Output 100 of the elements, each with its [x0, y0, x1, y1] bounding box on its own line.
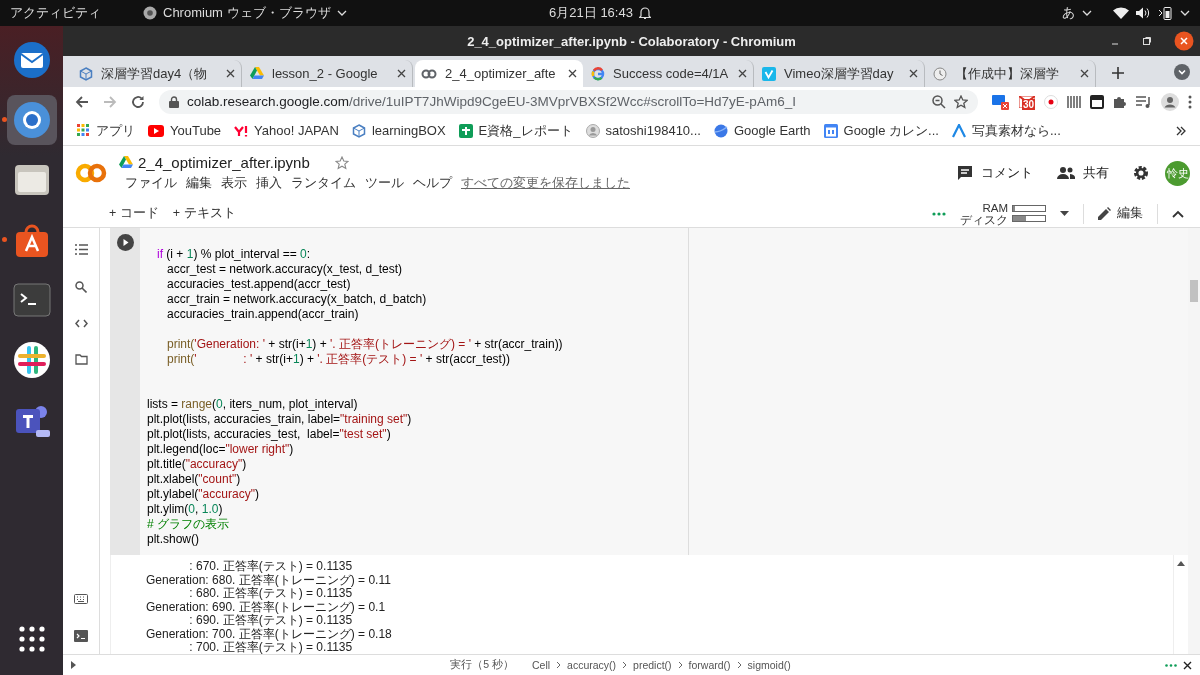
- playlist-icon[interactable]: [1136, 94, 1152, 109]
- zoom-out-icon[interactable]: [932, 94, 946, 109]
- bookmark[interactable]: YouTube: [148, 123, 222, 138]
- screen-icon[interactable]: [992, 93, 1010, 110]
- search-icon[interactable]: [75, 281, 87, 293]
- tile-icon[interactable]: [1090, 94, 1104, 109]
- terminal-icon[interactable]: [74, 630, 88, 642]
- star-icon[interactable]: [954, 94, 968, 109]
- menu-item[interactable]: 挿入: [256, 175, 282, 192]
- code-line: lists = range(0, iters_num, plot_interval): [147, 397, 359, 412]
- bookmark[interactable]: learningBOX: [351, 123, 446, 138]
- add-code-button[interactable]: + コード: [109, 205, 159, 222]
- tab-title: 2_4_optimizer_afte: [445, 66, 557, 81]
- back-arrow-icon[interactable]: [75, 94, 89, 109]
- arrow-up-icon[interactable]: [1177, 561, 1185, 566]
- bookmark[interactable]: Google カレン...: [823, 121, 939, 140]
- bookmark[interactable]: Google Earth: [713, 123, 811, 138]
- chevron-icon: [951, 123, 966, 138]
- cube-icon: [79, 66, 93, 81]
- input-method[interactable]: あ: [1062, 4, 1075, 22]
- cube-icon: [351, 123, 366, 138]
- breadcrumb-item[interactable]: accuracy(): [567, 659, 617, 671]
- pencil-icon: [1098, 207, 1111, 220]
- more-icon[interactable]: [1188, 94, 1192, 109]
- settings-icon[interactable]: [1133, 165, 1149, 181]
- person-icon: [585, 123, 600, 138]
- code-line: accuracies_train.append(accr_train): [166, 307, 360, 322]
- menu-item[interactable]: ヘルプ: [413, 175, 452, 192]
- bookmark[interactable]: アプリ: [77, 121, 135, 140]
- bookmark[interactable]: E資格_レポート: [458, 121, 573, 140]
- bookmark[interactable]: Yahoo! JAPAN: [234, 123, 339, 138]
- close-icon[interactable]: [397, 69, 406, 78]
- people-icon: [1057, 167, 1075, 179]
- tab-title: lesson_2 - Google: [272, 66, 379, 81]
- ram-label: RAM: [982, 201, 1008, 214]
- comment-button[interactable]: コメント: [957, 164, 1033, 182]
- maximize-icon[interactable]: [1142, 36, 1152, 46]
- browser-tab[interactable]: 2_4_optimizer_afte: [415, 60, 583, 87]
- star-icon[interactable]: [334, 155, 349, 170]
- code-icon[interactable]: [74, 319, 88, 328]
- activities-button[interactable]: アクティビティ: [10, 4, 101, 22]
- play-icon: [148, 124, 164, 137]
- list-icon[interactable]: [74, 244, 88, 255]
- battery-icon[interactable]: [1157, 6, 1173, 20]
- close-icon[interactable]: [1174, 31, 1194, 51]
- scrollbar-thumb[interactable]: [1190, 280, 1198, 302]
- app-menu[interactable]: Chromium ウェブ・ブラウザ: [163, 4, 331, 22]
- folder-icon[interactable]: [74, 354, 88, 365]
- breadcrumb-item[interactable]: sigmoid(): [747, 659, 791, 671]
- breadcrumb-item[interactable]: Cell: [531, 659, 551, 671]
- close-icon[interactable]: [909, 69, 918, 78]
- save-status-link[interactable]: すべての変更を保存しました: [461, 175, 630, 192]
- puzzle-icon[interactable]: [1113, 94, 1127, 109]
- edit-button[interactable]: 編集: [1098, 205, 1143, 222]
- volume-icon[interactable]: [1136, 7, 1150, 19]
- output-line: Generation: 690. 正答率(トレーニング) = 0.1: [146, 600, 387, 614]
- code-line: if (i + 1) % plot_interval == 0:: [156, 247, 312, 262]
- wifi-icon[interactable]: [1113, 7, 1129, 19]
- caret-icon: [1082, 10, 1092, 16]
- menu-item[interactable]: 編集: [186, 175, 212, 192]
- menu-item[interactable]: 表示: [221, 175, 247, 192]
- menu-item[interactable]: ランタイム: [291, 175, 356, 192]
- breadcrumb-item[interactable]: predict(): [633, 659, 672, 671]
- tab-title: 【作成中】深層学: [955, 64, 1060, 83]
- square-icon: [762, 66, 776, 81]
- bookmark[interactable]: satoshi198410...: [585, 123, 701, 138]
- record-icon[interactable]: [1044, 94, 1058, 109]
- address-field[interactable]: colab.research.google.com/drive/1uIPT7JhWipd9CgeEU-3MVprVBXSf2Wcc#scrollTo=Hd7yE-pAm6_I: [159, 89, 978, 114]
- caret-icon[interactable]: [1174, 64, 1190, 80]
- chevron-right-icon[interactable]: [71, 661, 76, 669]
- notebook-title[interactable]: 2_4_optimizer_after.ipynb: [138, 154, 310, 171]
- keyboard-icon[interactable]: [74, 594, 88, 604]
- breadcrumb-item[interactable]: forward(): [688, 659, 731, 671]
- profile-icon[interactable]: [1161, 92, 1179, 111]
- close-icon[interactable]: [1183, 660, 1192, 670]
- dots-icon[interactable]: [1165, 663, 1177, 667]
- bars-icon[interactable]: [1067, 94, 1081, 109]
- code-line: plt.legend(loc="lower right"): [147, 442, 295, 457]
- run-button[interactable]: [116, 234, 134, 251]
- close-icon[interactable]: [568, 69, 577, 78]
- reload-icon[interactable]: [131, 94, 145, 109]
- code-line: plt.plot(lists, accuracies_train, label="training set"): [147, 412, 413, 427]
- close-icon[interactable]: [226, 69, 235, 78]
- menu-item[interactable]: ツール: [365, 175, 404, 192]
- window-title: 2_4_optimizer_after.ipynb - Colaboratory - Chromium: [467, 33, 796, 49]
- close-icon[interactable]: [738, 69, 747, 78]
- bookmark[interactable]: 写真素材なら...: [951, 121, 1061, 140]
- rings-icon[interactable]: [75, 163, 107, 183]
- double-chevron-icon[interactable]: [1176, 125, 1186, 136]
- infinity-icon: [421, 68, 437, 79]
- menu-item[interactable]: ファイル: [125, 175, 177, 192]
- share-button[interactable]: 共有: [1057, 164, 1109, 182]
- clock-icon: [933, 66, 947, 81]
- plus-icon[interactable]: [1112, 67, 1124, 79]
- close-icon[interactable]: [1080, 69, 1089, 78]
- add-text-button[interactable]: + テキスト: [172, 205, 236, 222]
- code-line: plt.xlabel("count"): [147, 472, 242, 487]
- clock[interactable]: 6月21日 16:43: [549, 4, 633, 22]
- chevron-up-icon[interactable]: [1172, 209, 1184, 218]
- caret-icon[interactable]: [1060, 211, 1069, 216]
